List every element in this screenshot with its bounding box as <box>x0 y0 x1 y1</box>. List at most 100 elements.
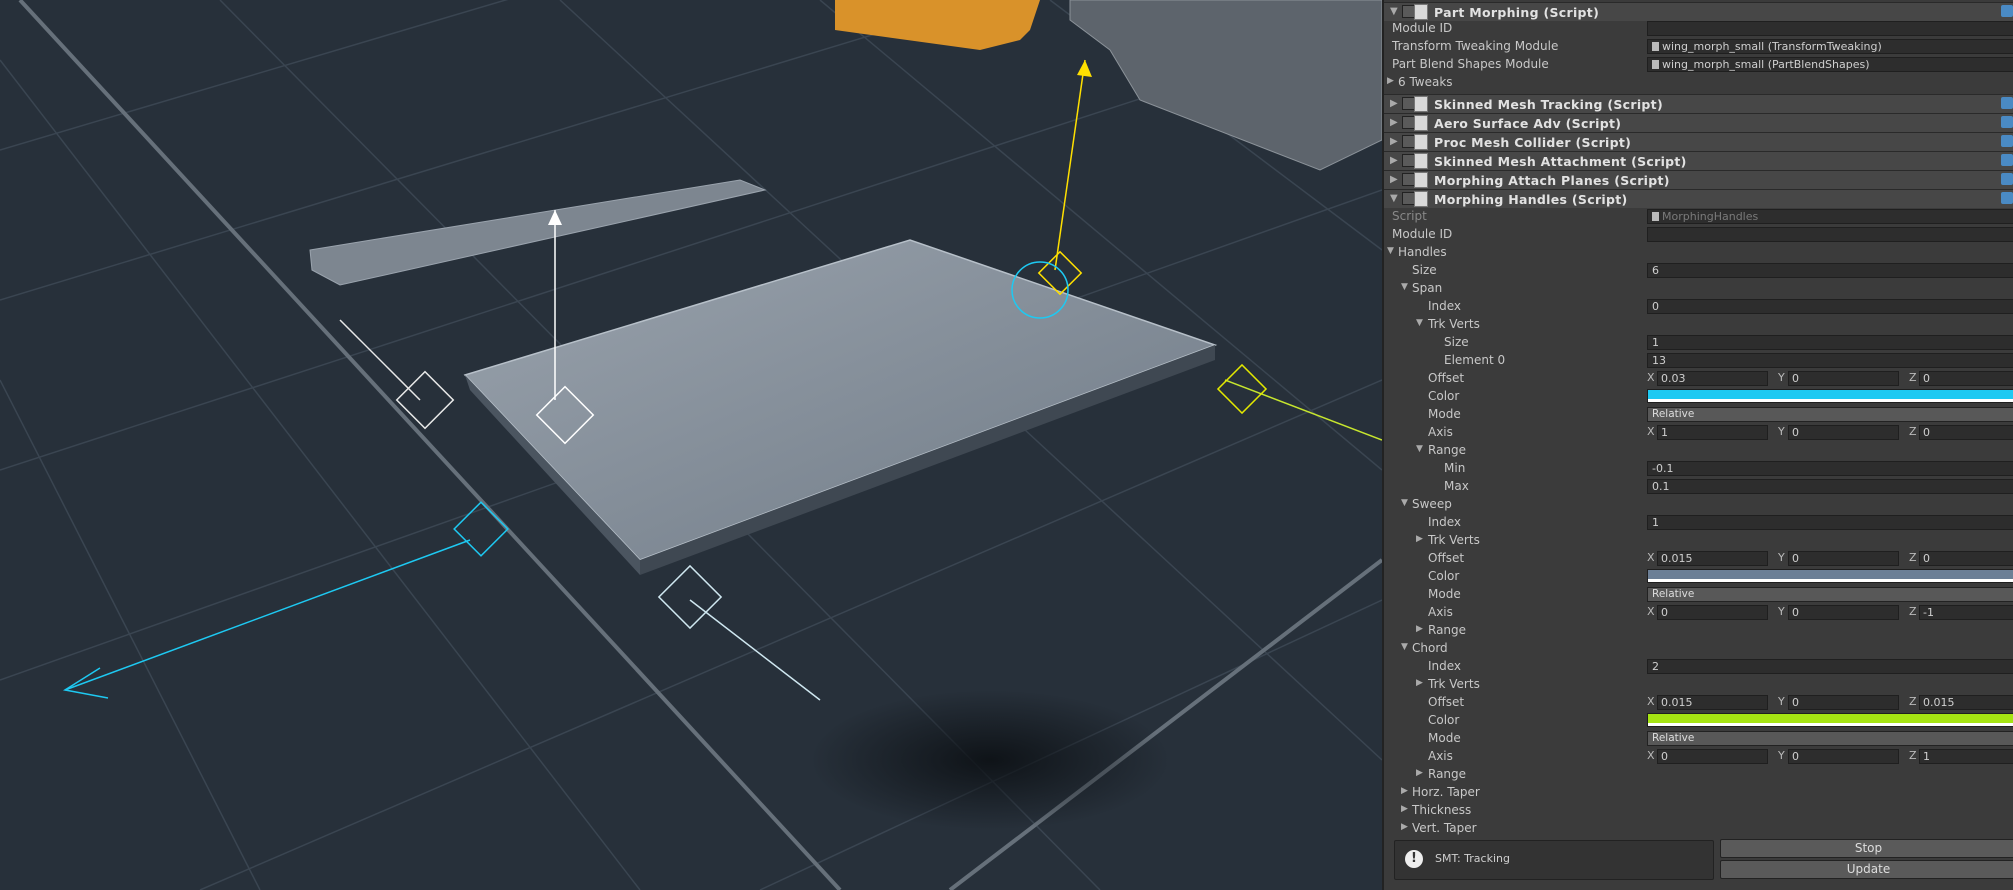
size-field[interactable]: 1 <box>1647 335 2013 350</box>
component-aero-surface-adv[interactable]: ▶ Aero Surface Adv (Script) <box>1384 113 2013 132</box>
axis-y-field[interactable]: 0 <box>1788 425 1899 440</box>
offset-y-field[interactable]: 0 <box>1788 695 1899 710</box>
chord-foldout[interactable]: ▼ Chord <box>1384 639 2013 657</box>
fold-open-icon[interactable]: ▼ <box>1387 246 1394 256</box>
offset-y-field[interactable]: 0 <box>1788 551 1899 566</box>
mode-label: Mode <box>1428 731 1461 745</box>
fold-open-icon[interactable]: ▼ <box>1390 193 1398 204</box>
max-field[interactable]: 0.1 <box>1647 479 2013 494</box>
stop-button[interactable]: Stop <box>1720 839 2013 858</box>
help-icon[interactable] <box>2001 5 2013 17</box>
component-proc-mesh-collider[interactable]: ▶ Proc Mesh Collider (Script) <box>1384 132 2013 151</box>
fold-open-icon[interactable]: ▼ <box>1401 282 1408 292</box>
help-icon[interactable] <box>2001 173 2013 185</box>
horz-taper-foldout[interactable]: ▶ Horz. Taper <box>1384 783 2013 801</box>
component-morphing-attach-planes[interactable]: ▶ Morphing Attach Planes (Script) <box>1384 170 2013 189</box>
offset-z-field[interactable]: 0 <box>1919 371 2013 386</box>
span-foldout[interactable]: ▼ Span <box>1384 279 2013 297</box>
fold-open-icon[interactable]: ▼ <box>1416 318 1423 328</box>
fold-open-icon[interactable]: ▼ <box>1401 498 1408 508</box>
help-icon[interactable] <box>2001 135 2013 147</box>
handles-foldout[interactable]: ▼ Handles <box>1384 243 2013 261</box>
index-field[interactable]: 0 <box>1647 299 2013 314</box>
color-swatch[interactable] <box>1647 569 2013 583</box>
axis-z-field[interactable]: 1 <box>1919 749 2013 764</box>
script-field: MorphingHandles <box>1647 209 2013 224</box>
axis-z-field[interactable]: 0 <box>1919 425 2013 440</box>
component-morphing-handles[interactable]: ▼ Morphing Handles (Script) <box>1384 189 2013 208</box>
fold-open-icon[interactable]: ▼ <box>1390 6 1398 17</box>
chord-range-foldout[interactable]: ▶ Range <box>1384 765 2013 783</box>
sweep-foldout[interactable]: ▼ Sweep <box>1384 495 2013 513</box>
fold-closed-icon[interactable]: ▶ <box>1390 117 1398 128</box>
fold-closed-icon[interactable]: ▶ <box>1401 786 1408 796</box>
sweep-trk-verts-foldout[interactable]: ▶ Trk Verts <box>1384 531 2013 549</box>
module-id-row: Module ID <box>1384 19 2013 37</box>
offset-z-field[interactable]: 0.015 <box>1919 695 2013 710</box>
tweaks-foldout[interactable]: ▶ 6 Tweaks <box>1384 73 2013 91</box>
vert-taper-foldout[interactable]: ▶ Vert. Taper <box>1384 819 2013 837</box>
help-icon[interactable] <box>2001 154 2013 166</box>
offset-y-field[interactable]: 0 <box>1788 371 1899 386</box>
offset-z-field[interactable]: 0 <box>1919 551 2013 566</box>
mode-dropdown[interactable]: Relative <box>1647 731 2013 746</box>
module-id-field[interactable] <box>1647 227 2013 242</box>
axis-x-field[interactable]: 1 <box>1657 425 1768 440</box>
fold-closed-icon[interactable]: ▶ <box>1416 678 1423 688</box>
index-field[interactable]: 1 <box>1647 515 2013 530</box>
chord-index-row: Index 2 <box>1384 657 2013 675</box>
span-trk-verts-foldout[interactable]: ▼ Trk Verts <box>1384 315 2013 333</box>
mode-dropdown[interactable]: Relative <box>1647 587 2013 602</box>
index-field[interactable]: 2 <box>1647 659 2013 674</box>
offset-label: Offset <box>1428 695 1465 709</box>
span-range-foldout[interactable]: ▼ Range <box>1384 441 2013 459</box>
fold-closed-icon[interactable]: ▶ <box>1401 822 1408 832</box>
axis-letter-y: Y <box>1778 551 1785 564</box>
span-mode-row: Mode Relative <box>1384 405 2013 423</box>
module-id-field[interactable] <box>1647 21 2013 36</box>
help-icon[interactable] <box>2001 192 2013 204</box>
component-title: Skinned Mesh Tracking (Script) <box>1434 97 1663 112</box>
fold-closed-icon[interactable]: ▶ <box>1390 174 1398 185</box>
scene-canvas[interactable] <box>0 0 1382 890</box>
axis-letter-y: Y <box>1778 695 1785 708</box>
color-swatch[interactable] <box>1647 713 2013 727</box>
fold-closed-icon[interactable]: ▶ <box>1390 155 1398 166</box>
offset-x-field[interactable]: 0.03 <box>1657 371 1768 386</box>
fold-closed-icon[interactable]: ▶ <box>1416 534 1423 544</box>
axis-y-field[interactable]: 0 <box>1788 605 1899 620</box>
help-icon[interactable] <box>2001 97 2013 109</box>
axis-x-field[interactable]: 0 <box>1657 749 1768 764</box>
element-field[interactable]: 13 <box>1647 353 2013 368</box>
transform-tweaking-field[interactable]: wing_morph_small (TransformTweaking) <box>1647 39 2013 54</box>
min-field[interactable]: -0.1 <box>1647 461 2013 476</box>
mode-dropdown[interactable]: Relative <box>1647 407 2013 422</box>
fold-closed-icon[interactable]: ▶ <box>1387 76 1394 86</box>
color-swatch[interactable] <box>1647 389 2013 403</box>
sweep-range-foldout[interactable]: ▶ Range <box>1384 621 2013 639</box>
fold-closed-icon[interactable]: ▶ <box>1401 804 1408 814</box>
fold-closed-icon[interactable]: ▶ <box>1390 136 1398 147</box>
help-icon[interactable] <box>2001 116 2013 128</box>
component-skinned-mesh-tracking[interactable]: ▶ Skinned Mesh Tracking (Script) <box>1384 94 2013 113</box>
thickness-foldout[interactable]: ▶ Thickness <box>1384 801 2013 819</box>
chord-color-row: Color <box>1384 711 2013 729</box>
trk-verts-label: Trk Verts <box>1428 533 1480 547</box>
offset-x-field[interactable]: 0.015 <box>1657 695 1768 710</box>
fold-open-icon[interactable]: ▼ <box>1401 642 1408 652</box>
component-skinned-mesh-attachment[interactable]: ▶ Skinned Mesh Attachment (Script) <box>1384 151 2013 170</box>
update-button[interactable]: Update <box>1720 860 2013 879</box>
blend-shapes-field[interactable]: wing_morph_small (PartBlendShapes) <box>1647 57 2013 72</box>
axis-y-field[interactable]: 0 <box>1788 749 1899 764</box>
size-field[interactable]: 6 <box>1647 263 2013 278</box>
fold-closed-icon[interactable]: ▶ <box>1390 98 1398 109</box>
fold-closed-icon[interactable]: ▶ <box>1416 768 1423 778</box>
scene-viewport[interactable] <box>0 0 1382 890</box>
offset-x-field[interactable]: 0.015 <box>1657 551 1768 566</box>
axis-z-field[interactable]: -1 <box>1919 605 2013 620</box>
fold-open-icon[interactable]: ▼ <box>1416 444 1423 454</box>
chord-trk-verts-foldout[interactable]: ▶ Trk Verts <box>1384 675 2013 693</box>
axis-x-field[interactable]: 0 <box>1657 605 1768 620</box>
transform-tweaking-row: Transform Tweaking Module wing_morph_sma… <box>1384 37 2013 55</box>
fold-closed-icon[interactable]: ▶ <box>1416 624 1423 634</box>
